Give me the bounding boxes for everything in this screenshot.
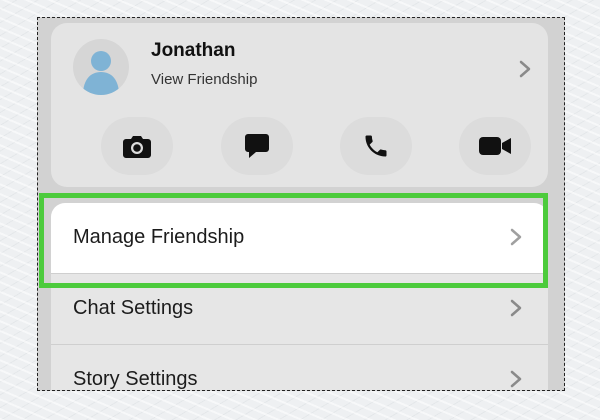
- chevron-right-icon: [510, 228, 522, 246]
- view-friendship-link[interactable]: View Friendship: [151, 71, 257, 88]
- phone-icon: [365, 135, 387, 157]
- call-button[interactable]: [340, 117, 412, 175]
- manage-friendship-item[interactable]: Manage Friendship: [51, 203, 548, 273]
- chevron-right-icon: [510, 370, 522, 388]
- profile-card: Jonathan View Friendship: [51, 23, 548, 187]
- chevron-right-icon[interactable]: [519, 60, 531, 78]
- video-call-button[interactable]: [459, 117, 531, 175]
- friend-name: Jonathan: [151, 40, 236, 61]
- avatar[interactable]: [73, 39, 129, 95]
- chat-settings-item[interactable]: Chat Settings: [51, 273, 548, 344]
- chat-button[interactable]: [221, 117, 293, 175]
- person-silhouette-icon: [83, 51, 119, 95]
- camera-icon: [123, 136, 151, 158]
- chat-settings-label: Chat Settings: [73, 297, 194, 319]
- camera-button[interactable]: [101, 117, 173, 175]
- story-settings-label: Story Settings: [73, 368, 198, 390]
- friend-profile-screen: Jonathan View Friendship Manage Friendsh…: [37, 17, 565, 391]
- story-settings-item[interactable]: Story Settings: [51, 344, 548, 390]
- video-camera-icon: [479, 137, 511, 155]
- manage-friendship-label: Manage Friendship: [73, 226, 245, 248]
- chevron-right-icon: [510, 299, 522, 317]
- chat-bubble-icon: [245, 134, 269, 158]
